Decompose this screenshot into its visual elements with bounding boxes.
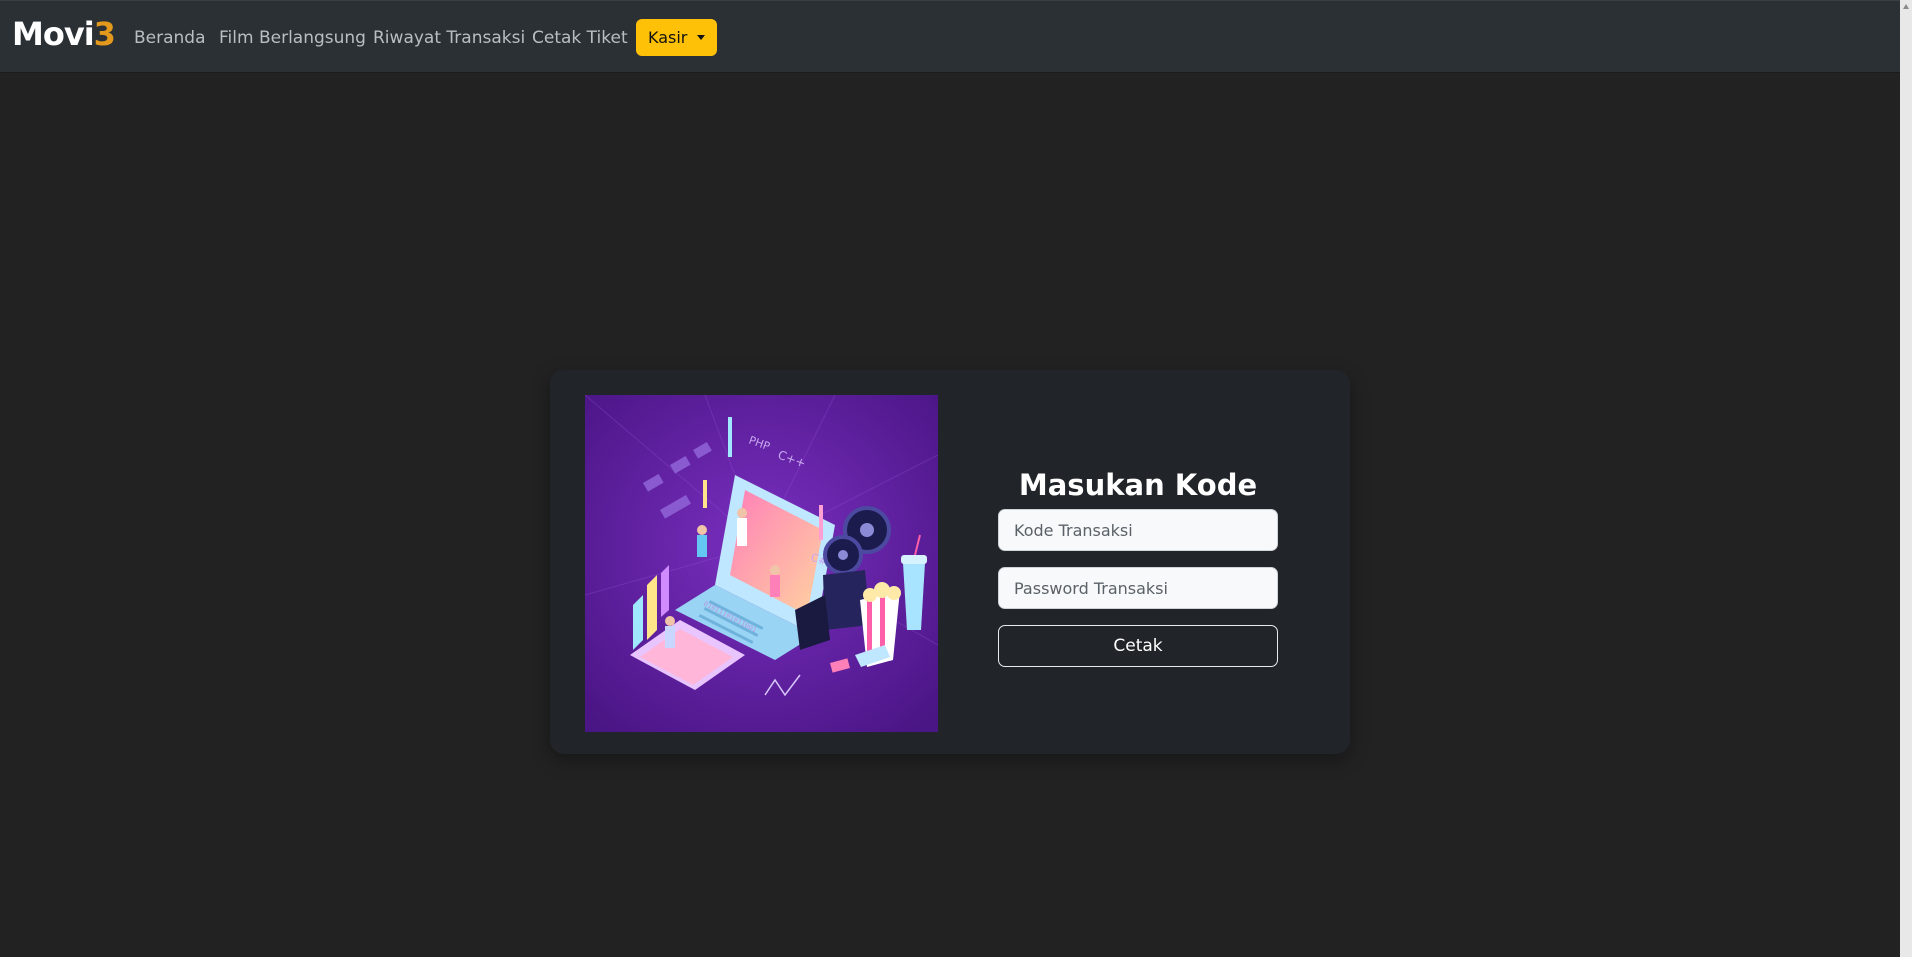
illustration-image: PHP C++ C# 01011101011001 — [585, 395, 938, 732]
ticket-print-card: PHP C++ C# 01011101011001 Masukan Kode K… — [550, 370, 1350, 754]
caret-down-icon — [697, 35, 705, 40]
brand-logo[interactable]: Movi3 — [12, 13, 116, 55]
user-menu-label: Kasir — [648, 28, 688, 47]
brand-accent: 3 — [93, 15, 116, 53]
transaction-code-input[interactable] — [998, 509, 1278, 551]
vertical-scrollbar[interactable] — [1900, 0, 1912, 957]
form-title: Masukan Kode — [1018, 468, 1258, 503]
nav-link-film-berlangsung[interactable]: Film Berlangsung — [219, 27, 366, 49]
nav-link-beranda[interactable]: Beranda — [134, 27, 206, 49]
top-navbar: Movi3 Beranda Film Berlangsung Riwayat T… — [0, 0, 1900, 73]
transaction-password-input[interactable] — [998, 567, 1278, 609]
cetak-button[interactable]: Cetak — [998, 625, 1278, 667]
brand-text: Movi — [12, 15, 95, 53]
scroll-up-arrow-icon[interactable] — [1903, 4, 1909, 9]
user-menu-button[interactable]: Kasir — [636, 19, 717, 56]
nav-link-riwayat-transaksi[interactable]: Riwayat Transaksi — [373, 27, 525, 49]
nav-link-cetak-tiket[interactable]: Cetak Tiket — [532, 27, 628, 49]
